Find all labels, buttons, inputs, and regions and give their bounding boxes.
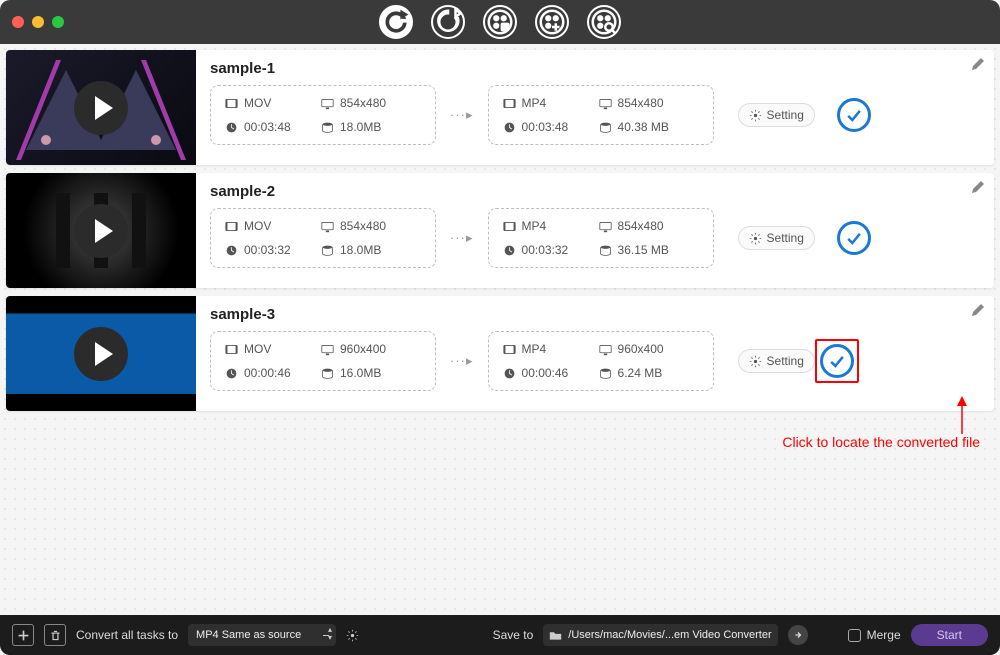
src-resolution: 854x480 bbox=[340, 219, 386, 233]
play-icon[interactable] bbox=[74, 204, 128, 258]
setting-label: Setting bbox=[767, 108, 804, 122]
open-folder-button[interactable] bbox=[788, 625, 808, 645]
dst-resolution: 960x400 bbox=[618, 342, 664, 356]
film-search-icon[interactable] bbox=[587, 5, 621, 39]
arrow-icon: ···▸ bbox=[450, 353, 474, 369]
src-resolution: 854x480 bbox=[340, 96, 386, 110]
task-row: sample-3 MOV 960x400 00:00:46 16.0MB ···… bbox=[6, 296, 994, 411]
arrow-icon: ···▸ bbox=[450, 107, 474, 123]
dest-info-box: MP4 854x480 00:03:32 36.15 MB bbox=[488, 208, 714, 268]
save-path-text: /Users/mac/Movies/...em Video Converter bbox=[568, 629, 771, 641]
src-size: 18.0MB bbox=[340, 120, 381, 134]
refresh-icon[interactable] bbox=[431, 5, 465, 39]
merge-label: Merge bbox=[867, 628, 901, 642]
top-mode-icons bbox=[379, 5, 621, 39]
edit-icon[interactable] bbox=[970, 302, 986, 318]
video-thumbnail[interactable] bbox=[6, 296, 196, 411]
preset-settings-icon[interactable] bbox=[346, 629, 359, 642]
film-settings-icon[interactable] bbox=[483, 5, 517, 39]
bottom-bar: Convert all tasks to MP4 Same as source … bbox=[0, 615, 1000, 655]
locate-file-button[interactable] bbox=[820, 344, 854, 378]
dst-resolution: 854x480 bbox=[618, 219, 664, 233]
video-thumbnail[interactable] bbox=[6, 50, 196, 165]
task-body: sample-2 MOV 854x480 00:03:32 18.0MB ···… bbox=[196, 173, 994, 288]
folder-icon bbox=[549, 629, 562, 642]
src-size: 16.0MB bbox=[340, 366, 381, 380]
src-resolution: 960x400 bbox=[340, 342, 386, 356]
locate-file-button[interactable] bbox=[837, 98, 871, 132]
play-icon[interactable] bbox=[74, 81, 128, 135]
task-row: sample-2 MOV 854x480 00:03:32 18.0MB ···… bbox=[6, 173, 994, 288]
add-task-button[interactable] bbox=[12, 624, 34, 646]
task-name: sample-3 bbox=[210, 306, 984, 323]
source-info-box: MOV 854x480 00:03:48 18.0MB bbox=[210, 85, 436, 145]
save-to-label: Save to bbox=[493, 628, 534, 642]
src-format: MOV bbox=[244, 96, 271, 110]
start-button[interactable]: Start bbox=[911, 624, 988, 646]
source-info-box: MOV 854x480 00:03:32 18.0MB bbox=[210, 208, 436, 268]
annotation-highlight bbox=[815, 339, 859, 383]
task-row: sample-1 MOV 854x480 00:03:48 18.0MB ···… bbox=[6, 50, 994, 165]
src-format: MOV bbox=[244, 342, 271, 356]
setting-button[interactable]: Setting bbox=[738, 103, 815, 127]
edit-icon[interactable] bbox=[970, 56, 986, 72]
setting-button[interactable]: Setting bbox=[738, 226, 815, 250]
src-size: 18.0MB bbox=[340, 243, 381, 257]
dst-size: 36.15 MB bbox=[618, 243, 669, 257]
src-duration: 00:03:32 bbox=[244, 243, 291, 257]
merge-checkbox[interactable] bbox=[848, 629, 861, 642]
source-info-box: MOV 960x400 00:00:46 16.0MB bbox=[210, 331, 436, 391]
zoom-window-dot[interactable] bbox=[52, 16, 64, 28]
src-duration: 00:00:46 bbox=[244, 366, 291, 380]
task-name: sample-2 bbox=[210, 183, 984, 200]
dst-duration: 00:03:48 bbox=[522, 120, 569, 134]
dst-format: MP4 bbox=[522, 342, 547, 356]
dst-size: 40.38 MB bbox=[618, 120, 669, 134]
preset-value: MP4 Same as source bbox=[196, 629, 301, 641]
dst-format: MP4 bbox=[522, 219, 547, 233]
src-format: MOV bbox=[244, 219, 271, 233]
dest-info-box: MP4 960x400 00:00:46 6.24 MB bbox=[488, 331, 714, 391]
setting-button[interactable]: Setting bbox=[738, 349, 815, 373]
task-list: sample-1 MOV 854x480 00:03:48 18.0MB ···… bbox=[0, 44, 1000, 615]
dest-info-box: MP4 854x480 00:03:48 40.38 MB bbox=[488, 85, 714, 145]
dst-duration: 00:00:46 bbox=[522, 366, 569, 380]
task-body: sample-3 MOV 960x400 00:00:46 16.0MB ···… bbox=[196, 296, 994, 411]
annotation-label: Click to locate the converted file bbox=[782, 434, 980, 450]
start-label: Start bbox=[937, 628, 962, 642]
locate-file-button[interactable] bbox=[837, 221, 871, 255]
sync-icon[interactable] bbox=[379, 5, 413, 39]
window-controls bbox=[12, 16, 64, 28]
annotation-text: Click to locate the converted file bbox=[782, 434, 980, 450]
minimize-window-dot[interactable] bbox=[32, 16, 44, 28]
dst-size: 6.24 MB bbox=[618, 366, 663, 380]
video-thumbnail[interactable] bbox=[6, 173, 196, 288]
task-name: sample-1 bbox=[210, 60, 984, 77]
dst-duration: 00:03:32 bbox=[522, 243, 569, 257]
src-duration: 00:03:48 bbox=[244, 120, 291, 134]
preset-select[interactable]: MP4 Same as source ▴▾ bbox=[188, 624, 336, 646]
play-icon[interactable] bbox=[74, 327, 128, 381]
dst-resolution: 854x480 bbox=[618, 96, 664, 110]
film-add-icon[interactable] bbox=[535, 5, 569, 39]
annotation-arrow-icon bbox=[952, 396, 972, 434]
arrow-icon: ···▸ bbox=[450, 230, 474, 246]
convert-all-label: Convert all tasks to bbox=[76, 628, 178, 642]
setting-label: Setting bbox=[767, 354, 804, 368]
edit-icon[interactable] bbox=[970, 179, 986, 195]
save-path-box[interactable]: /Users/mac/Movies/...em Video Converter bbox=[543, 624, 777, 646]
task-body: sample-1 MOV 854x480 00:03:48 18.0MB ···… bbox=[196, 50, 994, 165]
delete-task-button[interactable] bbox=[44, 624, 66, 646]
dst-format: MP4 bbox=[522, 96, 547, 110]
titlebar bbox=[0, 0, 1000, 44]
setting-label: Setting bbox=[767, 231, 804, 245]
close-window-dot[interactable] bbox=[12, 16, 24, 28]
